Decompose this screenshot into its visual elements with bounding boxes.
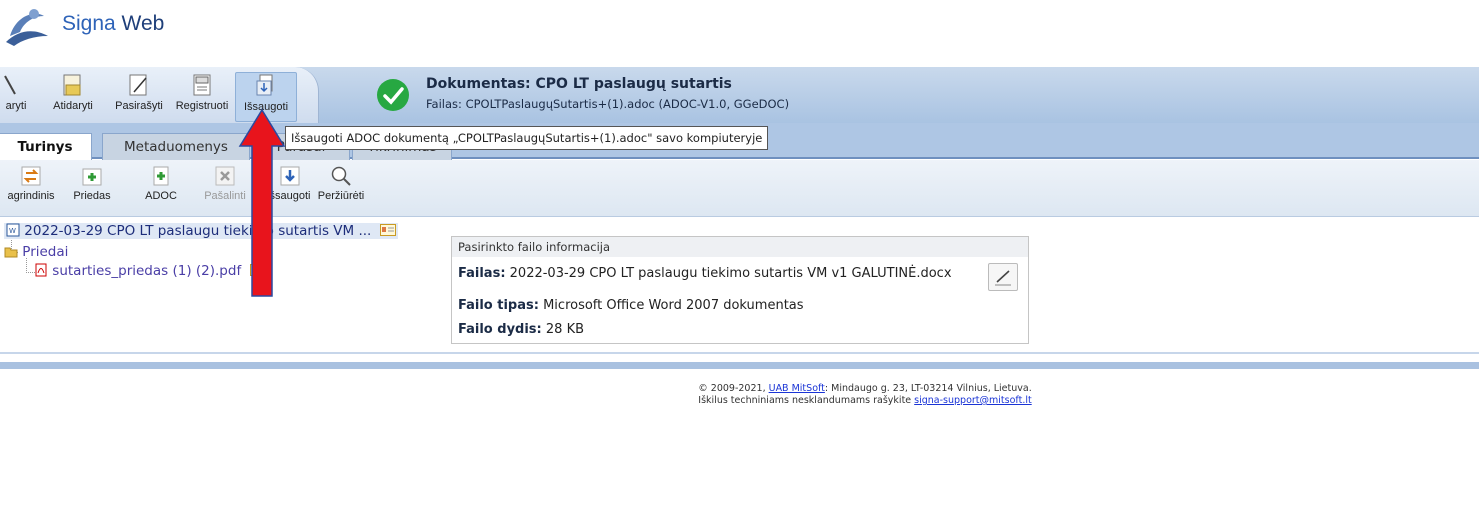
open-button[interactable]: Atidaryti (44, 72, 102, 120)
add-attachment-label: Priedas (73, 190, 111, 202)
save-document-icon (256, 74, 273, 96)
footer-address: : Mindaugo g. 23, LT-03214 Vilnius, Liet… (824, 383, 1032, 394)
file-name-row: Failas: 2022-03-29 CPO LT paslaugu tieki… (458, 266, 952, 281)
file-type-row: Failo tipas: Microsoft Office Word 2007 … (458, 298, 804, 313)
file-type-label: Failo tipas: (458, 298, 539, 313)
tab-turinys[interactable]: Turinys (0, 133, 92, 162)
file-info-heading: Pasirinkto failo informacija (452, 237, 1028, 257)
brand-web: Web (115, 12, 165, 35)
sign-button[interactable]: Pasirašyti (109, 72, 169, 120)
file-size-row: Failo dydis: 28 KB (458, 322, 584, 337)
add-adoc-icon (153, 166, 169, 186)
valid-check-icon (377, 79, 409, 111)
document-file-info: Failas: CPOLTPaslaugųSutartis+(1).adoc (… (426, 97, 790, 111)
tree-item-attachment[interactable]: sutarties_priedas (1) (2).pdf (20, 263, 266, 279)
file-name-value: 2022-03-29 CPO LT paslaugu tiekimo sutar… (509, 266, 952, 281)
remove-icon (215, 166, 235, 186)
create-icon (4, 75, 16, 95)
footer-divider (0, 352, 1479, 354)
file-name-label: Failas: (458, 266, 506, 281)
create-button[interactable]: aryti (0, 72, 32, 120)
footer-copyright-text: © 2009-2021, (698, 383, 769, 394)
sign-pen-icon (129, 74, 147, 96)
tab-metaduomenys[interactable]: Metaduomenys (102, 133, 250, 160)
add-attachment-button[interactable]: Priedas (68, 165, 116, 202)
footer-band (0, 362, 1479, 369)
footer-support: Iškilus techniniams nesklandumams rašyki… (0, 395, 1479, 406)
open-folder-icon (63, 74, 81, 96)
preview-button[interactable]: Peržiūrėti (313, 165, 369, 202)
footer-support-text: Iškilus techniniams nesklandumams rašyki… (698, 395, 915, 406)
set-main-button[interactable]: agrindinis (0, 165, 62, 202)
file-size-label: Failo dydis: (458, 322, 542, 337)
edit-file-button[interactable] (988, 263, 1018, 291)
file-type-value: Microsoft Office Word 2007 dokumentas (543, 298, 804, 313)
tree-folder-label: Priedai (22, 244, 69, 260)
add-adoc-label: ADOC (145, 190, 177, 202)
open-button-label: Atidaryti (53, 100, 93, 112)
svg-text:W: W (9, 227, 16, 235)
register-button-label: Registruoti (175, 100, 229, 112)
signa-logo-icon (6, 9, 48, 46)
pdf-file-icon (35, 263, 47, 277)
document-title: Dokumentas: CPO LT paslaugų sutartis (426, 76, 732, 92)
set-main-label: agrindinis (7, 190, 55, 202)
add-adoc-button[interactable]: ADOC (138, 165, 184, 202)
sign-button-label: Pasirašyti (115, 100, 163, 112)
swap-icon (21, 166, 41, 186)
register-icon (193, 74, 211, 96)
support-email-link[interactable]: signa-support@mitsoft.lt (914, 395, 1032, 406)
tree-item-label: 2022-03-29 CPO LT paslaugu tiekimo sutar… (24, 223, 372, 239)
preview-label: Peržiūrėti (317, 190, 365, 202)
register-button[interactable]: Registruoti (170, 72, 234, 120)
footer-copyright: © 2009-2021, UAB MitSoft: Mindaugo g. 23… (0, 383, 1479, 394)
tree-folder-priedai[interactable]: Priedai (4, 244, 68, 260)
signature-card-icon[interactable] (379, 224, 396, 236)
mitsoft-link[interactable]: UAB MitSoft (769, 383, 825, 394)
word-file-icon: W (6, 223, 20, 237)
magnifier-icon (331, 166, 351, 186)
add-attachment-icon (82, 168, 102, 186)
pen-icon (995, 270, 1011, 286)
app-title: Signa Web (62, 12, 164, 36)
tree-item-label: sutarties_priedas (1) (2).pdf (52, 263, 242, 279)
red-arrow-annotation (238, 108, 286, 297)
folder-icon (4, 247, 18, 258)
create-button-label: aryti (5, 100, 27, 112)
tree-item-main-document[interactable]: W 2022-03-29 CPO LT paslaugu tiekimo sut… (4, 223, 398, 239)
file-size-value: 28 KB (545, 322, 585, 337)
brand-signa: Signa (62, 12, 116, 35)
save-tooltip: Išsaugoti ADOC dokumentą „CPOLTPaslaugųS… (285, 126, 769, 150)
